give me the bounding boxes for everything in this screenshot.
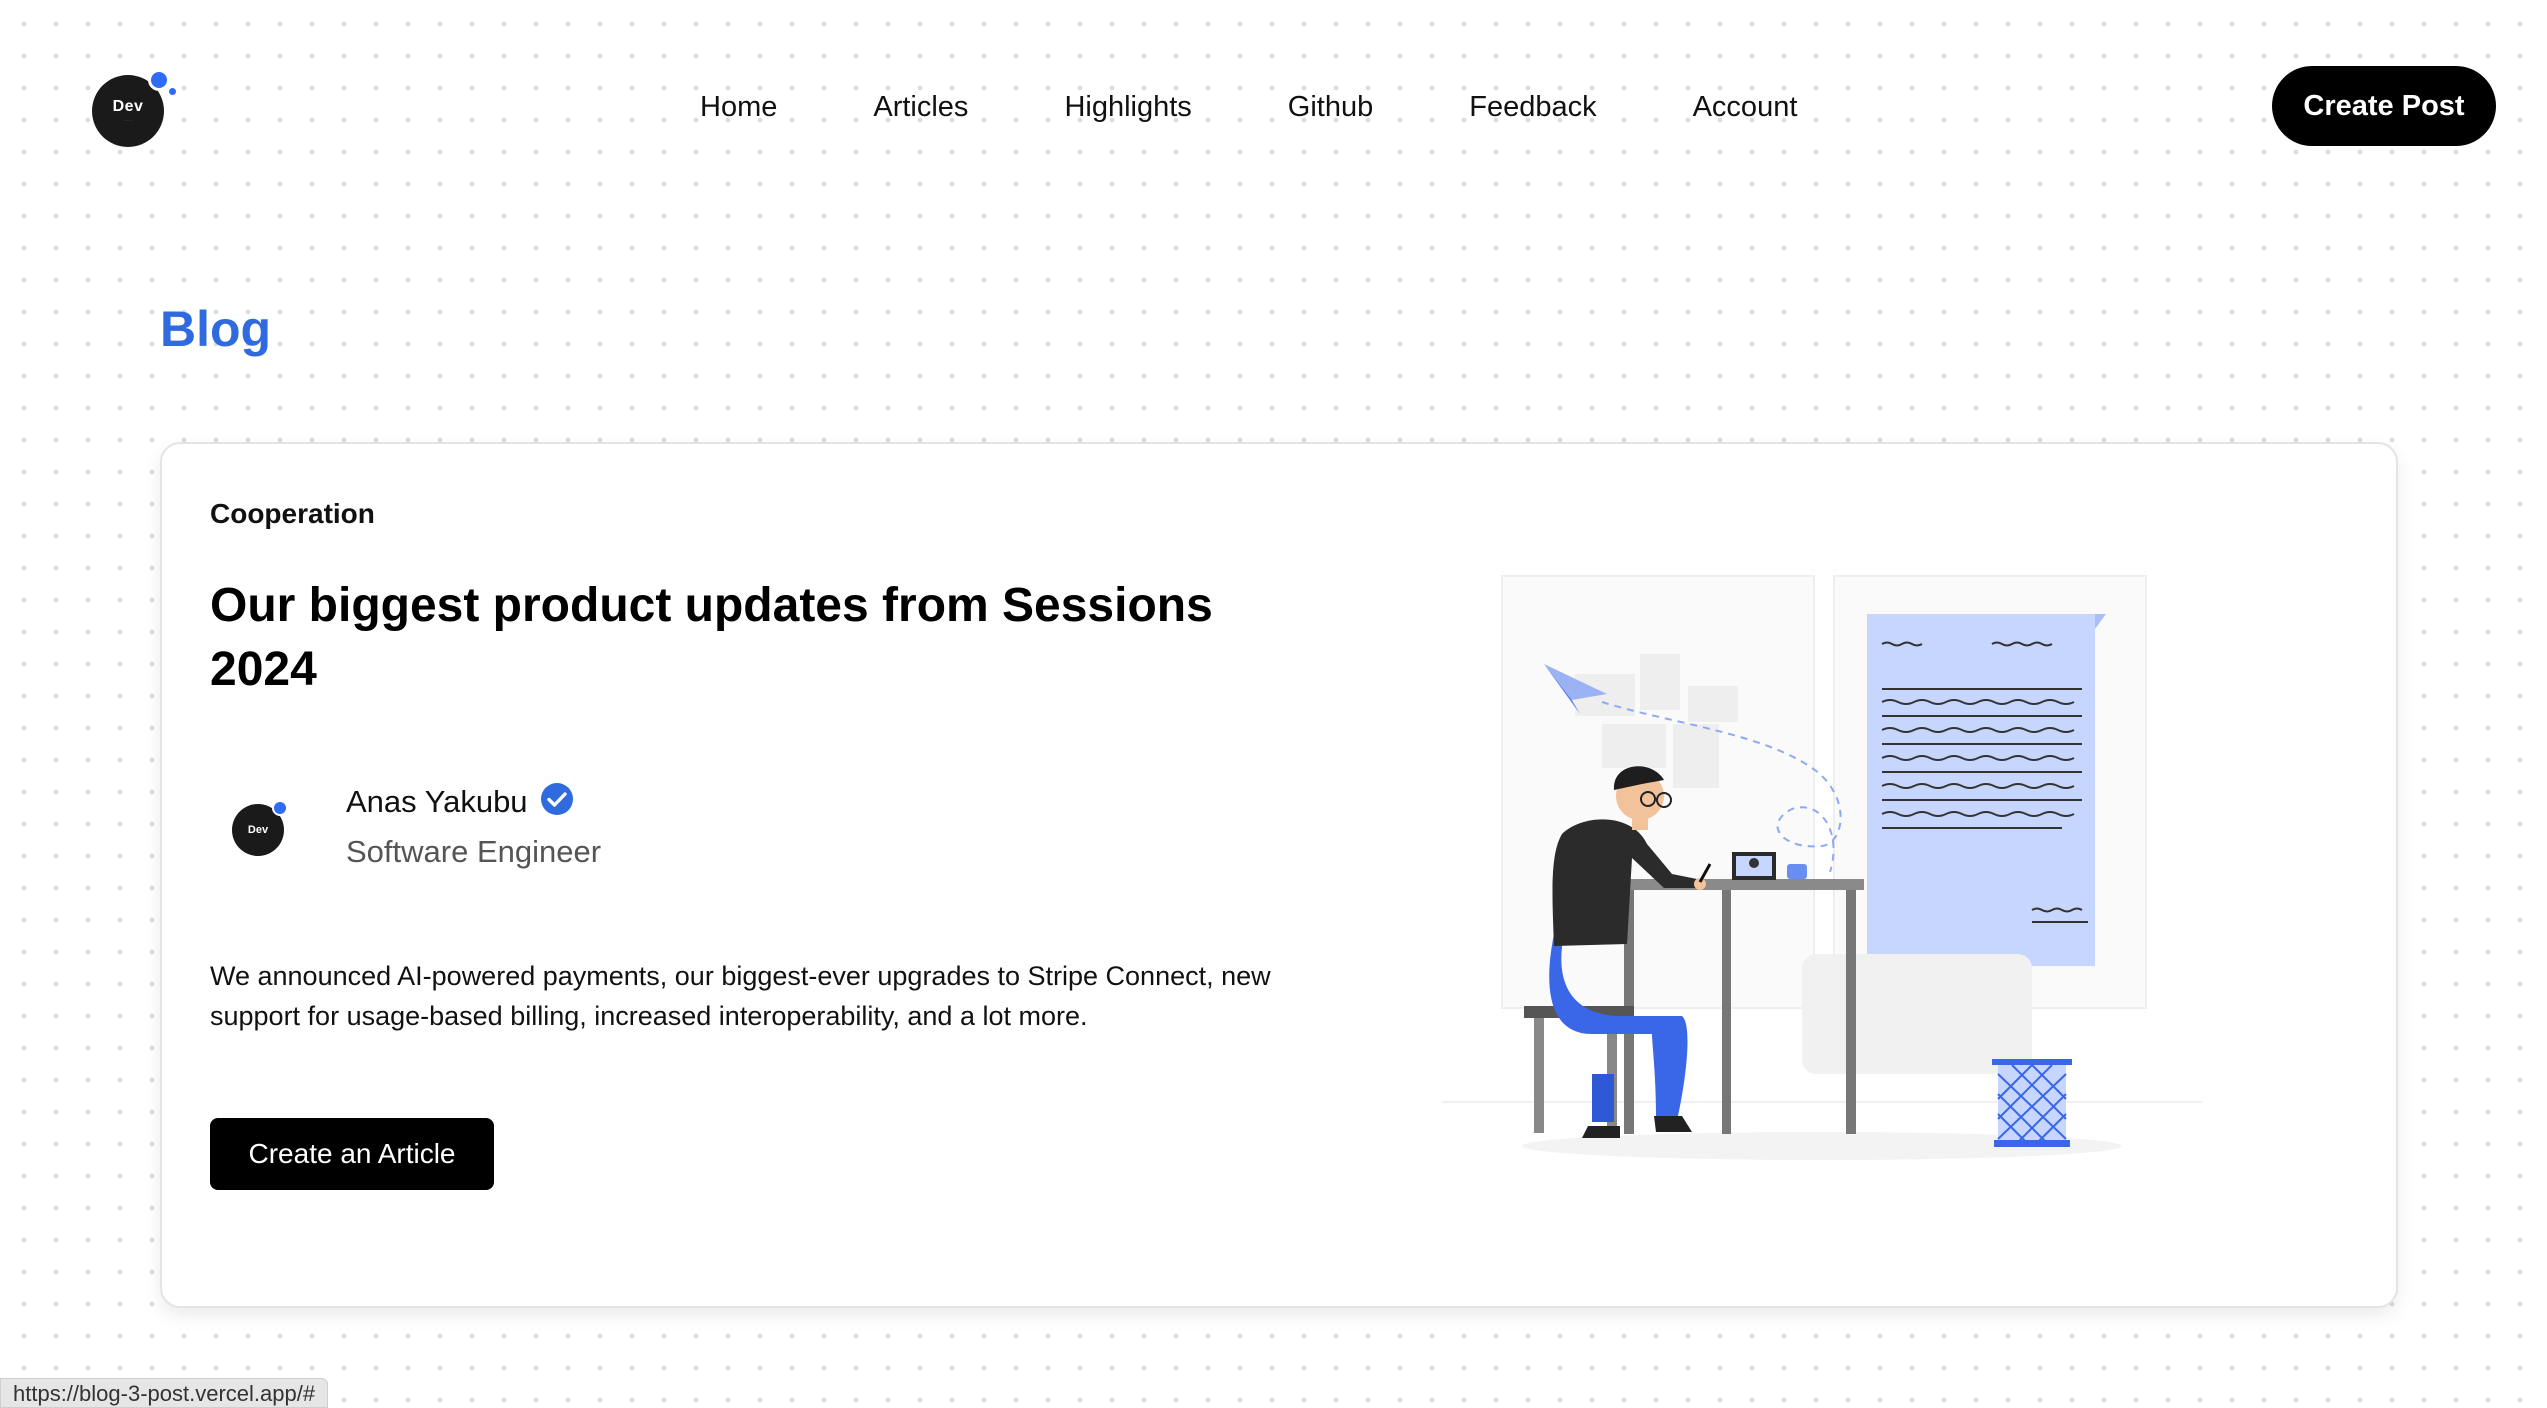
logo-text: Dev [112,98,144,115]
wastebasket-icon [1992,1059,2072,1147]
author-avatar-dot [272,800,288,816]
nav-github[interactable]: Github [1288,85,1373,129]
create-article-button[interactable]: Create an Article [210,1118,494,1190]
browser-status-url: https://blog-3-post.vercel.app/# [0,1378,329,1408]
nav-highlights[interactable]: Highlights [1064,85,1191,129]
writer-desk-illustration [1442,575,2202,1160]
featured-post-card: Cooperation Our biggest product updates … [160,442,2398,1308]
nav-home[interactable]: Home [700,85,777,129]
nav-feedback[interactable]: Feedback [1469,85,1596,129]
create-post-button[interactable]: Create Post [2272,66,2496,146]
post-category: Cooperation [210,498,375,529]
logo[interactable]: Dev · · · [92,69,176,147]
author-role: Software Engineer [346,834,602,869]
post-title[interactable]: Our biggest product updates from Session… [210,574,1290,702]
main-nav: Home Articles Highlights Github Feedback… [700,85,1797,129]
logo-dot [148,69,176,95]
author-avatar-text: Dev [247,824,269,836]
nav-articles[interactable]: Articles [873,85,968,129]
logo-subtext: · · · [124,118,132,124]
author-name: Anas Yakubu [346,784,528,819]
author-avatar: Dev [232,800,288,856]
post-excerpt: We announced AI-powered payments, our bi… [210,961,1271,1031]
verified-badge-icon [541,783,573,815]
page-title: Blog [160,301,272,357]
nav-account[interactable]: Account [1693,85,1798,129]
